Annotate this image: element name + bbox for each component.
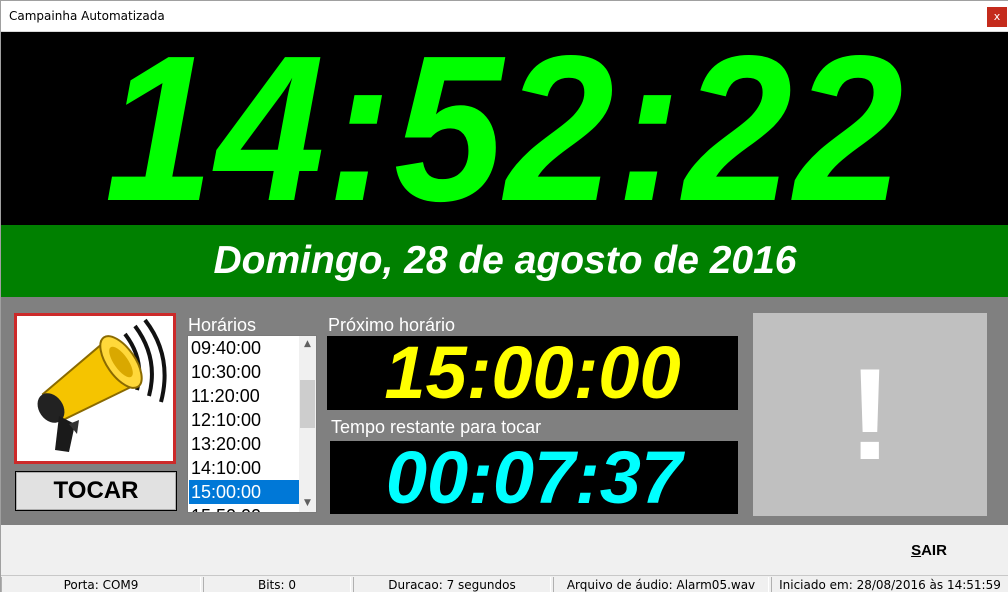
alert-panel: ! — [753, 313, 987, 516]
sair-label: AIR — [921, 542, 947, 559]
horario-item[interactable]: 14:10:00 — [189, 456, 299, 480]
tocar-button[interactable]: TOCAR — [15, 471, 177, 511]
scroll-down-icon[interactable]: ▼ — [299, 495, 316, 512]
remaining-time-display: 00:07:37 — [330, 436, 738, 519]
next-time-value: 15:00:00 — [384, 331, 681, 414]
horario-item[interactable]: 12:10:00 — [189, 408, 299, 432]
status-bits: Bits: 0 — [203, 577, 351, 592]
close-button[interactable]: x — [987, 7, 1007, 27]
status-porta: Porta: COM9 — [1, 577, 201, 592]
horario-item[interactable]: 09:40:00 — [189, 336, 299, 360]
listbox-scrollbar[interactable]: ▲ ▼ — [299, 336, 316, 512]
status-iniciado: Iniciado em: 28/08/2016 às 14:51:59 — [771, 577, 1008, 592]
horario-item[interactable]: 10:30:00 — [189, 360, 299, 384]
horario-item[interactable]: 15:50:00 — [189, 504, 299, 512]
sair-hotkey: S — [911, 542, 922, 559]
app-window: Campainha Automatizada x 14:52:22 Doming… — [0, 0, 1008, 592]
current-date: Domingo, 28 de agosto de 2016 — [213, 239, 797, 282]
megaphone-icon — [37, 318, 167, 452]
status-arquivo: Arquivo de áudio: Alarm05.wav — [553, 577, 769, 592]
horarios-listbox[interactable]: 09:40:00 10:30:00 11:20:00 12:10:00 13:20:00… — [187, 335, 317, 513]
control-panel: TOCAR Horários 09:40:00 10:30:00 11:20:00 1… — [1, 297, 1008, 525]
scroll-up-icon[interactable]: ▲ — [299, 336, 316, 353]
footer-area: SAIR — [1, 525, 1008, 575]
horarios-label: Horários — [188, 315, 257, 335]
current-time: 14:52:22 — [104, 12, 906, 245]
sair-button[interactable]: SAIR — [889, 542, 969, 562]
remaining-time-value: 00:07:37 — [385, 436, 683, 519]
horario-item[interactable]: 15:00:00 — [189, 480, 299, 504]
horario-item[interactable]: 13:20:00 — [189, 432, 299, 456]
horario-item[interactable]: 11:20:00 — [189, 384, 299, 408]
scroll-thumb[interactable] — [300, 380, 315, 428]
date-panel: Domingo, 28 de agosto de 2016 — [1, 225, 1008, 297]
status-duracao: Duracao: 7 segundos — [353, 577, 551, 592]
clock-panel: 14:52:22 — [1, 25, 1008, 232]
exclamation-icon: ! — [848, 341, 892, 487]
speaker-button[interactable] — [14, 313, 176, 464]
status-bar: Porta: COM9 Bits: 0 Duracao: 7 segundos … — [1, 575, 1008, 592]
remaining-time-label: Tempo restante para tocar — [331, 417, 542, 437]
next-time-display: 15:00:00 — [327, 336, 738, 410]
